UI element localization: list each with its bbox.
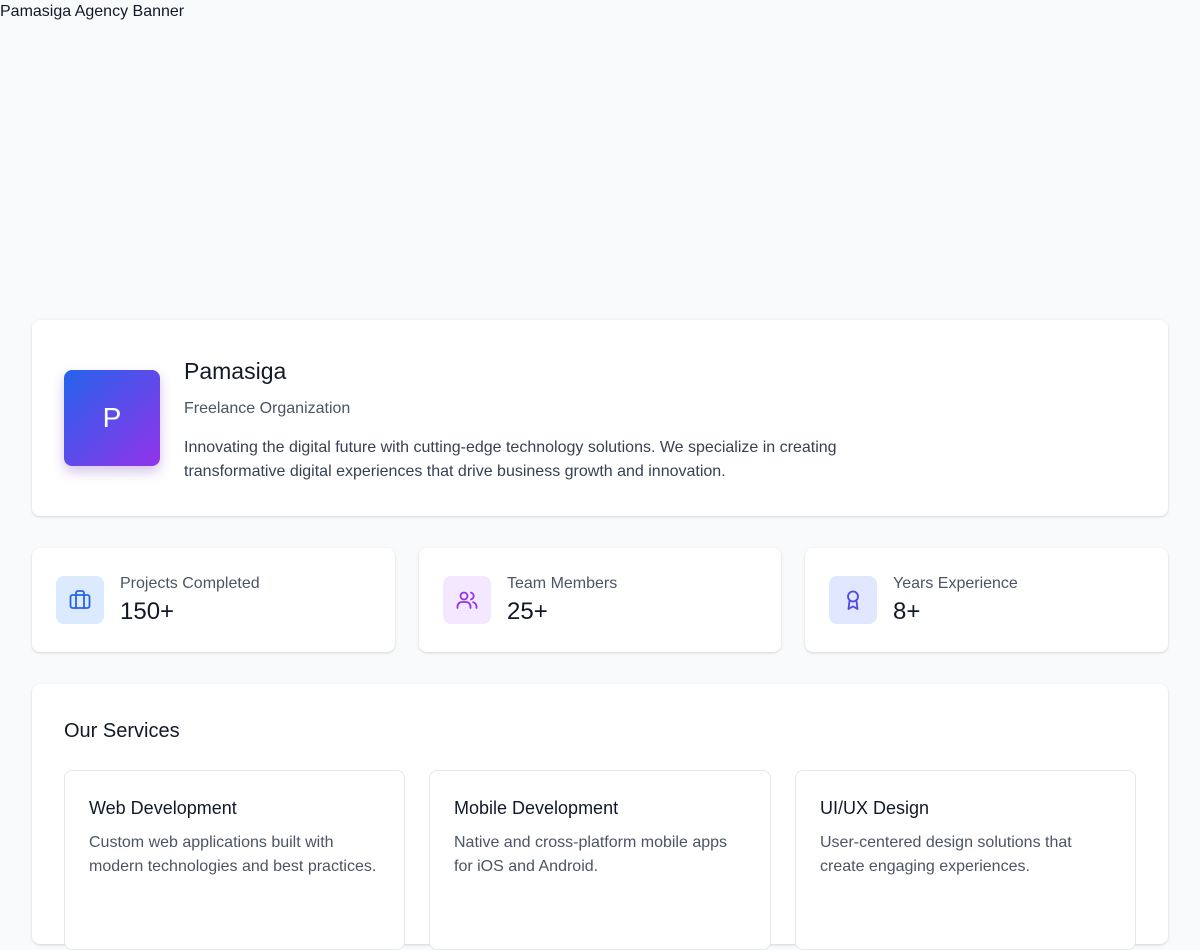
service-card-web: Web Development Custom web applications … — [64, 770, 405, 950]
avatar-initial: P — [102, 402, 122, 433]
briefcase-icon — [56, 576, 104, 624]
avatar: P — [64, 370, 160, 466]
service-card-uiux: UI/UX Design User-centered design soluti… — [795, 770, 1136, 950]
users-icon — [443, 576, 491, 624]
stat-label: Team Members — [507, 575, 618, 592]
services-section: Our Services Web Development Custom web … — [32, 684, 1168, 950]
agency-banner-image: Pamasiga Agency Banner — [0, 0, 1200, 288]
stat-label: Projects Completed — [120, 575, 260, 592]
profile-card: P Pamasiga Freelance Organization Innova… — [32, 320, 1168, 516]
organization-type: Freelance Organization — [184, 400, 351, 417]
stat-card-projects: Projects Completed 150+ — [32, 548, 395, 652]
banner-alt-text: Pamasiga Agency Banner — [0, 3, 185, 20]
stat-value: 25+ — [507, 598, 548, 625]
service-name: Mobile Development — [454, 798, 619, 818]
organization-name: Pamasiga — [184, 358, 287, 384]
service-name: Web Development — [89, 798, 237, 818]
service-description: User-centered design solutions that crea… — [820, 834, 1072, 875]
stat-card-team: Team Members 25+ — [419, 548, 781, 652]
stat-card-experience: Years Experience 8+ — [805, 548, 1168, 652]
service-card-mobile: Mobile Development Native and cross-plat… — [429, 770, 771, 950]
service-name: UI/UX Design — [820, 798, 930, 818]
service-description: Native and cross-platform mobile apps fo… — [454, 834, 728, 875]
services-title: Our Services — [64, 720, 180, 742]
stat-value: 150+ — [120, 598, 175, 625]
stat-value: 8+ — [893, 598, 921, 625]
service-description: Custom web applications built with moder… — [89, 834, 377, 875]
stat-label: Years Experience — [893, 575, 1018, 592]
award-icon — [829, 576, 877, 624]
organization-description: Innovating the digital future with cutti… — [184, 439, 837, 480]
